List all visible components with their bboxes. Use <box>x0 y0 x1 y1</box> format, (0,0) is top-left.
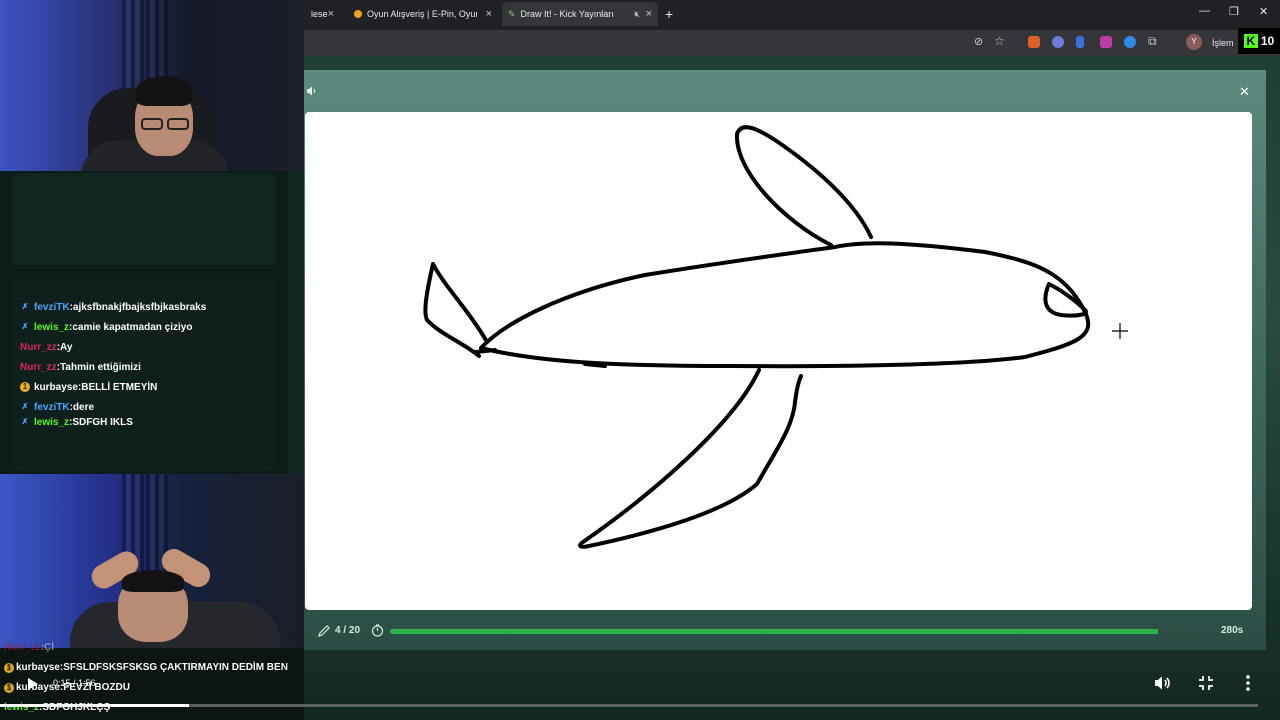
play-icon[interactable] <box>27 677 39 696</box>
chat-username[interactable]: Nurr_zz <box>20 362 57 373</box>
chat-username: kurbayse <box>16 662 60 673</box>
chat-text: dere <box>72 401 95 413</box>
sound-icon[interactable] <box>306 86 318 99</box>
chat-list: ✗ fevziTK: ajksfbnakjfbajksfbjkasbraks ✗ le… <box>12 279 276 429</box>
browser-window: lese × Oyun Alışveriş | E-Pin, Oyuncu × … <box>304 0 1280 56</box>
fullscreen-icon[interactable] <box>1196 673 1216 693</box>
game-toolbar: 4 / 20 280s <box>304 618 1266 644</box>
tab-close-icon[interactable]: × <box>486 8 492 20</box>
extension-icon[interactable] <box>1028 36 1040 48</box>
tab-favicon-icon: ✎ <box>508 8 516 19</box>
extension-icon[interactable] <box>1124 36 1136 48</box>
gift-badge-icon: 1 <box>20 382 30 392</box>
extension-icon[interactable] <box>1052 36 1064 48</box>
video-seek-bar[interactable] <box>0 704 1258 707</box>
chat-username[interactable]: fevziTK <box>34 302 70 313</box>
chat-username[interactable]: lewis_z <box>34 322 69 333</box>
close-icon[interactable]: ✕ <box>1239 84 1250 100</box>
tab-favicon-icon <box>354 10 362 18</box>
chat-message: Nurr_zz: Tahmin ettiğimizi <box>20 361 141 373</box>
side-panel-card <box>12 173 276 265</box>
tab-partial[interactable]: lese × <box>300 4 340 24</box>
sword-icon: ✗ <box>21 322 29 331</box>
chat-text: SDFGH IKLS <box>72 417 133 428</box>
extensions-puzzle-icon[interactable]: ⧉ <box>1148 34 1157 49</box>
tab-title: Oyun Alışveriş | E-Pin, Oyuncu <box>367 9 477 19</box>
kick-logo: K 10 <box>1238 28 1280 54</box>
profile-avatar[interactable]: Y <box>1186 34 1202 50</box>
restore-icon[interactable]: ❐ <box>1229 5 1239 18</box>
timer-icon <box>371 624 384 642</box>
tab-oyun-alisveris[interactable]: Oyun Alışveriş | E-Pin, Oyuncu × <box>348 4 498 24</box>
extension-icon[interactable] <box>1100 36 1112 48</box>
drawing-canvas[interactable] <box>305 112 1252 610</box>
window-close-icon[interactable]: ✕ <box>1259 5 1268 18</box>
chat-text: SFSLDFSKSFSKSG ÇAKTIRMAYIN DEDİM BEN <box>63 662 288 673</box>
chat-message: ✗ fevziTK: dere <box>21 401 95 413</box>
new-tab-icon[interactable]: + <box>665 6 673 22</box>
time-left: 280s <box>1221 625 1244 636</box>
more-icon[interactable] <box>1238 673 1258 693</box>
eye-off-icon[interactable]: ⊘ <box>974 35 983 48</box>
timer-progress-bar <box>390 629 1190 634</box>
chat-text: Çİ <box>44 642 55 653</box>
chat-text: Tahmin ettiğimizi <box>60 361 141 373</box>
chat-username[interactable]: fevziTK <box>34 402 70 413</box>
sword-icon: ✗ <box>21 417 29 426</box>
timer-progress-fill <box>390 629 1158 634</box>
minimize-icon[interactable]: — <box>1199 5 1210 17</box>
gift-badge-icon: 1 <box>4 662 14 673</box>
volume-icon[interactable] <box>1152 673 1172 693</box>
overlay-chat-line: Nurr_zz: Çİ <box>4 642 55 653</box>
process-label: İşlem <box>1212 38 1234 48</box>
overlay-chat-line: 1 kurbayse: SFSLDFSKSFSKSG ÇAKTIRMAYIN DED… <box>4 662 288 673</box>
round-counter: 4 / 20 <box>335 625 361 636</box>
tab-title: Draw It! - Kick Yayınları İçin <box>520 9 617 19</box>
extension-icon[interactable] <box>1076 36 1084 48</box>
chat-message: ✗ lewis_z: SDFGH IKLS <box>21 417 133 428</box>
video-seek-fill <box>0 704 189 707</box>
star-icon[interactable]: ☆ <box>994 34 1005 48</box>
video-time: 0:15 / 1:56 <box>53 678 96 688</box>
gift-badge-icon: 1 <box>4 682 14 693</box>
chat-username[interactable]: Nurr_zz <box>20 342 57 353</box>
kick-badge-number: 10 <box>1260 34 1275 48</box>
sword-icon: ✗ <box>21 302 29 311</box>
kick-k-icon: K <box>1243 34 1258 48</box>
chat-text: camie kapatmadan çiziyo <box>72 321 193 333</box>
chat-box: ✗ fevziTK: ajksfbnakjfbajksfbjkasbraks ✗ le… <box>12 279 276 471</box>
tab-title: lese <box>311 9 328 19</box>
pencil-icon <box>318 624 330 642</box>
chat-username[interactable]: lewis_z <box>34 417 69 428</box>
screen: ✗ fevziTK: ajksfbnakjfbajksfbjkasbraks ✗ le… <box>0 0 1280 720</box>
chat-text: ajksfbnakjfbajksfbjkasbraks <box>72 301 207 313</box>
side-panel: ✗ fevziTK: ajksfbnakjfbajksfbjkasbraks ✗ le… <box>0 171 304 474</box>
airplane-drawing <box>423 125 1091 549</box>
chat-username: Nurr_zz <box>4 642 41 653</box>
webcam-bottom <box>0 474 304 648</box>
chat-username[interactable]: kurbayse <box>34 382 78 393</box>
chat-message: ✗ lewis_z: camie kapatmadan çiziyo <box>21 321 193 333</box>
chat-text: BELLİ ETMEYİN <box>81 381 158 393</box>
chat-message: Nurr_zz: Ay <box>20 341 73 353</box>
crosshair-cursor-icon <box>1112 323 1128 339</box>
tab-close-icon[interactable]: × <box>328 8 334 20</box>
chat-message: 1 kurbayse: BELLİ ETMEYİN <box>20 377 276 397</box>
tab-draw-it[interactable]: ✎ Draw It! - Kick Yayınları İçin 🔇︎ × <box>502 2 658 26</box>
chat-text: Ay <box>60 341 73 353</box>
tab-close-icon[interactable]: × <box>646 8 652 20</box>
tab-muted-icon[interactable]: 🔇︎ <box>634 9 640 20</box>
sword-icon: ✗ <box>21 402 29 411</box>
address-bar[interactable]: ⊘ ☆ ⧉ Y İşlem <box>304 30 1280 56</box>
side-panel-scrollbar[interactable] <box>288 171 304 474</box>
webcam-top <box>0 0 304 171</box>
chat-message: ✗ fevziTK: ajksfbnakjfbajksfbjkasbraks <box>21 301 207 313</box>
